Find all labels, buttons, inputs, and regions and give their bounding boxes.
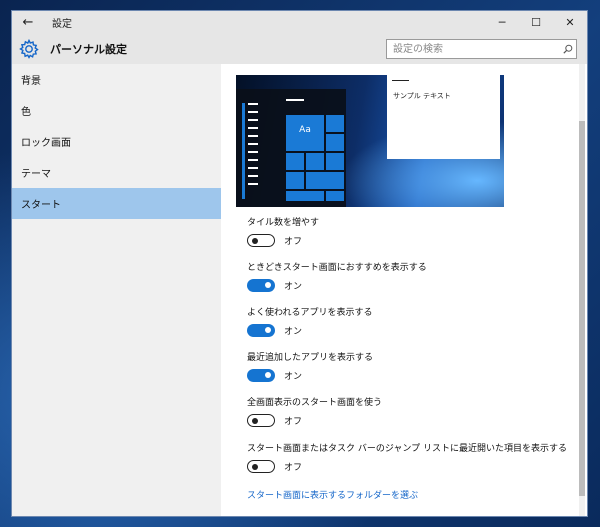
sidebar-item-color[interactable]: 色	[12, 95, 221, 126]
page-title: パーソナル設定	[50, 43, 127, 56]
settings-window: ← 設定 ─ ☐ ✕ パーソナル設定 設定の検索 背景 色 ロック画面 テーマ …	[12, 11, 587, 516]
toggle-state-text: オフ	[284, 463, 303, 473]
back-button[interactable]: ←	[12, 11, 44, 34]
search-box	[386, 39, 577, 59]
setting-label: ときどきスタート画面におすすめを表示する	[247, 263, 427, 273]
toggle-state-text: オフ	[284, 237, 303, 247]
preview-start-menu: Aa	[236, 89, 346, 207]
setting-most-used-apps: よく使われるアプリを表示する オン	[247, 305, 373, 337]
scrollbar[interactable]	[579, 64, 585, 516]
setting-label: 全画面表示のスタート画面を使う	[247, 398, 383, 408]
start-preview-image: Aa サンプル テキスト	[236, 75, 504, 207]
setting-more-tiles: タイル数を増やす オフ	[247, 215, 319, 247]
setting-suggestions: ときどきスタート画面におすすめを表示する オン	[247, 260, 427, 292]
toggle-switch[interactable]	[247, 324, 275, 337]
preview-tile-aa: Aa	[286, 115, 324, 151]
toggle-switch[interactable]	[247, 234, 275, 247]
maximize-button[interactable]: ☐	[519, 11, 553, 34]
sidebar-item-themes[interactable]: テーマ	[12, 157, 221, 188]
preview-sample-text: サンプル テキスト	[393, 92, 451, 100]
setting-recent-items-jump-list: スタート画面またはタスク バーのジャンプ リストに最近開いた項目を表示する オフ	[247, 441, 567, 473]
toggle-switch[interactable]	[247, 369, 275, 382]
setting-label: スタート画面またはタスク バーのジャンプ リストに最近開いた項目を表示する	[247, 444, 568, 454]
preview-sample-window: サンプル テキスト	[387, 75, 500, 159]
toggle-state-text: オン	[284, 282, 303, 292]
toggle-state-text: オン	[284, 372, 303, 382]
sidebar-item-background[interactable]: 背景	[12, 64, 221, 95]
setting-label: よく使われるアプリを表示する	[247, 308, 373, 318]
setting-label: タイル数を増やす	[247, 218, 320, 228]
toggle-state-text: オフ	[284, 417, 303, 427]
close-button[interactable]: ✕	[553, 11, 587, 34]
sidebar-item-start[interactable]: スタート	[12, 188, 221, 219]
title-bar: ← 設定 ─ ☐ ✕	[12, 11, 587, 34]
setting-label: 最近追加したアプリを表示する	[247, 353, 374, 363]
search-icon[interactable]	[560, 40, 576, 58]
setting-recently-added-apps: 最近追加したアプリを表示する オン	[247, 350, 373, 382]
setting-full-screen-start: 全画面表示のスタート画面を使う オフ	[247, 395, 382, 427]
sidebar-item-lock-screen[interactable]: ロック画面	[12, 126, 221, 157]
search-input[interactable]	[387, 40, 561, 58]
main-content: Aa サンプル テキスト タイル数を増やす オフ ときどきスタート画面におすすめ…	[221, 64, 587, 516]
toggle-switch[interactable]	[247, 414, 275, 427]
window-title: 設定	[52, 19, 72, 30]
window-controls: ─ ☐ ✕	[485, 11, 587, 34]
choose-folders-link[interactable]: スタート画面に表示するフォルダーを選ぶ	[247, 488, 418, 501]
header: パーソナル設定	[12, 34, 587, 64]
minimize-button[interactable]: ─	[485, 11, 519, 34]
gear-icon	[18, 38, 40, 60]
toggle-switch[interactable]	[247, 279, 275, 292]
toggle-state-text: オン	[284, 327, 303, 337]
toggle-switch[interactable]	[247, 460, 275, 473]
sidebar: 背景 色 ロック画面 テーマ スタート	[12, 64, 221, 516]
scrollbar-thumb[interactable]	[579, 121, 585, 496]
